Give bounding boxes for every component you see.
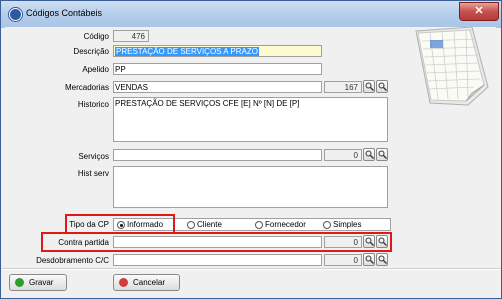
servicos-label: Serviços	[78, 152, 109, 161]
search-icon	[365, 82, 374, 91]
codigo-label: Código	[83, 32, 109, 41]
servicos-field[interactable]	[113, 149, 322, 161]
codigos-contabeis-window: Códigos Contábeis ✕ Código 476 Descrição…	[0, 0, 502, 299]
search-icon	[365, 150, 374, 159]
radio-unselected-icon	[255, 221, 263, 229]
form-area: Código 476 Descrição PRESTAÇÃO DE SERVIÇ…	[5, 27, 496, 291]
desdobramento-code[interactable]: 0	[324, 254, 362, 266]
highlight-contra-partida	[41, 232, 392, 252]
mercadorias-lookup-button-2[interactable]	[376, 80, 388, 93]
highlight-tipo-cp	[65, 214, 175, 234]
desdobramento-lookup-button[interactable]	[363, 253, 375, 266]
check-icon	[15, 278, 24, 287]
descricao-field[interactable]: PRESTAÇÃO DE SERVIÇOS A PRAZO	[113, 45, 322, 57]
hist-serv-field[interactable]	[113, 166, 388, 208]
close-button[interactable]: ✕	[459, 2, 499, 21]
historico-field[interactable]: PRESTAÇÃO DE SERVIÇOS CFE [E] Nº [N] DE …	[113, 97, 388, 142]
app-icon	[9, 8, 22, 21]
cancelar-button[interactable]: Cancelar	[113, 274, 180, 291]
mercadorias-lookup-button[interactable]	[363, 80, 375, 93]
mercadorias-code[interactable]: 167	[324, 81, 362, 93]
spreadsheet-icon	[415, 27, 489, 106]
servicos-lookup-button[interactable]	[363, 148, 375, 161]
servicos-code[interactable]: 0	[324, 149, 362, 161]
window-title: Códigos Contábeis	[26, 8, 103, 18]
descricao-value: PRESTAÇÃO DE SERVIÇOS A PRAZO	[115, 47, 259, 56]
radio-fornecedor[interactable]: Fornecedor	[255, 220, 306, 229]
mercadorias-field[interactable]: VENDAS	[113, 81, 322, 93]
gravar-button[interactable]: Gravar	[9, 274, 67, 291]
footer-separator	[1, 268, 501, 270]
codigo-field[interactable]: 476	[113, 30, 149, 42]
radio-unselected-icon	[323, 221, 331, 229]
title-bar[interactable]: Códigos Contábeis ✕	[1, 1, 501, 28]
radio-cliente[interactable]: Cliente	[187, 220, 222, 229]
search-icon	[378, 255, 387, 264]
desdobramento-label: Desdobramento C/C	[36, 256, 109, 265]
search-icon	[365, 255, 374, 264]
cancel-icon	[119, 278, 128, 287]
apelido-field[interactable]: PP	[113, 63, 322, 75]
desdobramento-field[interactable]	[113, 254, 322, 266]
radio-unselected-icon	[187, 221, 195, 229]
servicos-lookup-button-2[interactable]	[376, 148, 388, 161]
apelido-label: Apelido	[82, 65, 109, 74]
search-icon	[378, 82, 387, 91]
search-icon	[378, 150, 387, 159]
hist-serv-label: Hist serv	[77, 169, 109, 178]
descricao-label: Descrição	[73, 47, 109, 56]
desdobramento-lookup-button-2[interactable]	[376, 253, 388, 266]
radio-simples[interactable]: Simples	[323, 220, 361, 229]
historico-label: Historico	[77, 100, 109, 109]
mercadorias-label: Mercadorias	[64, 83, 109, 92]
